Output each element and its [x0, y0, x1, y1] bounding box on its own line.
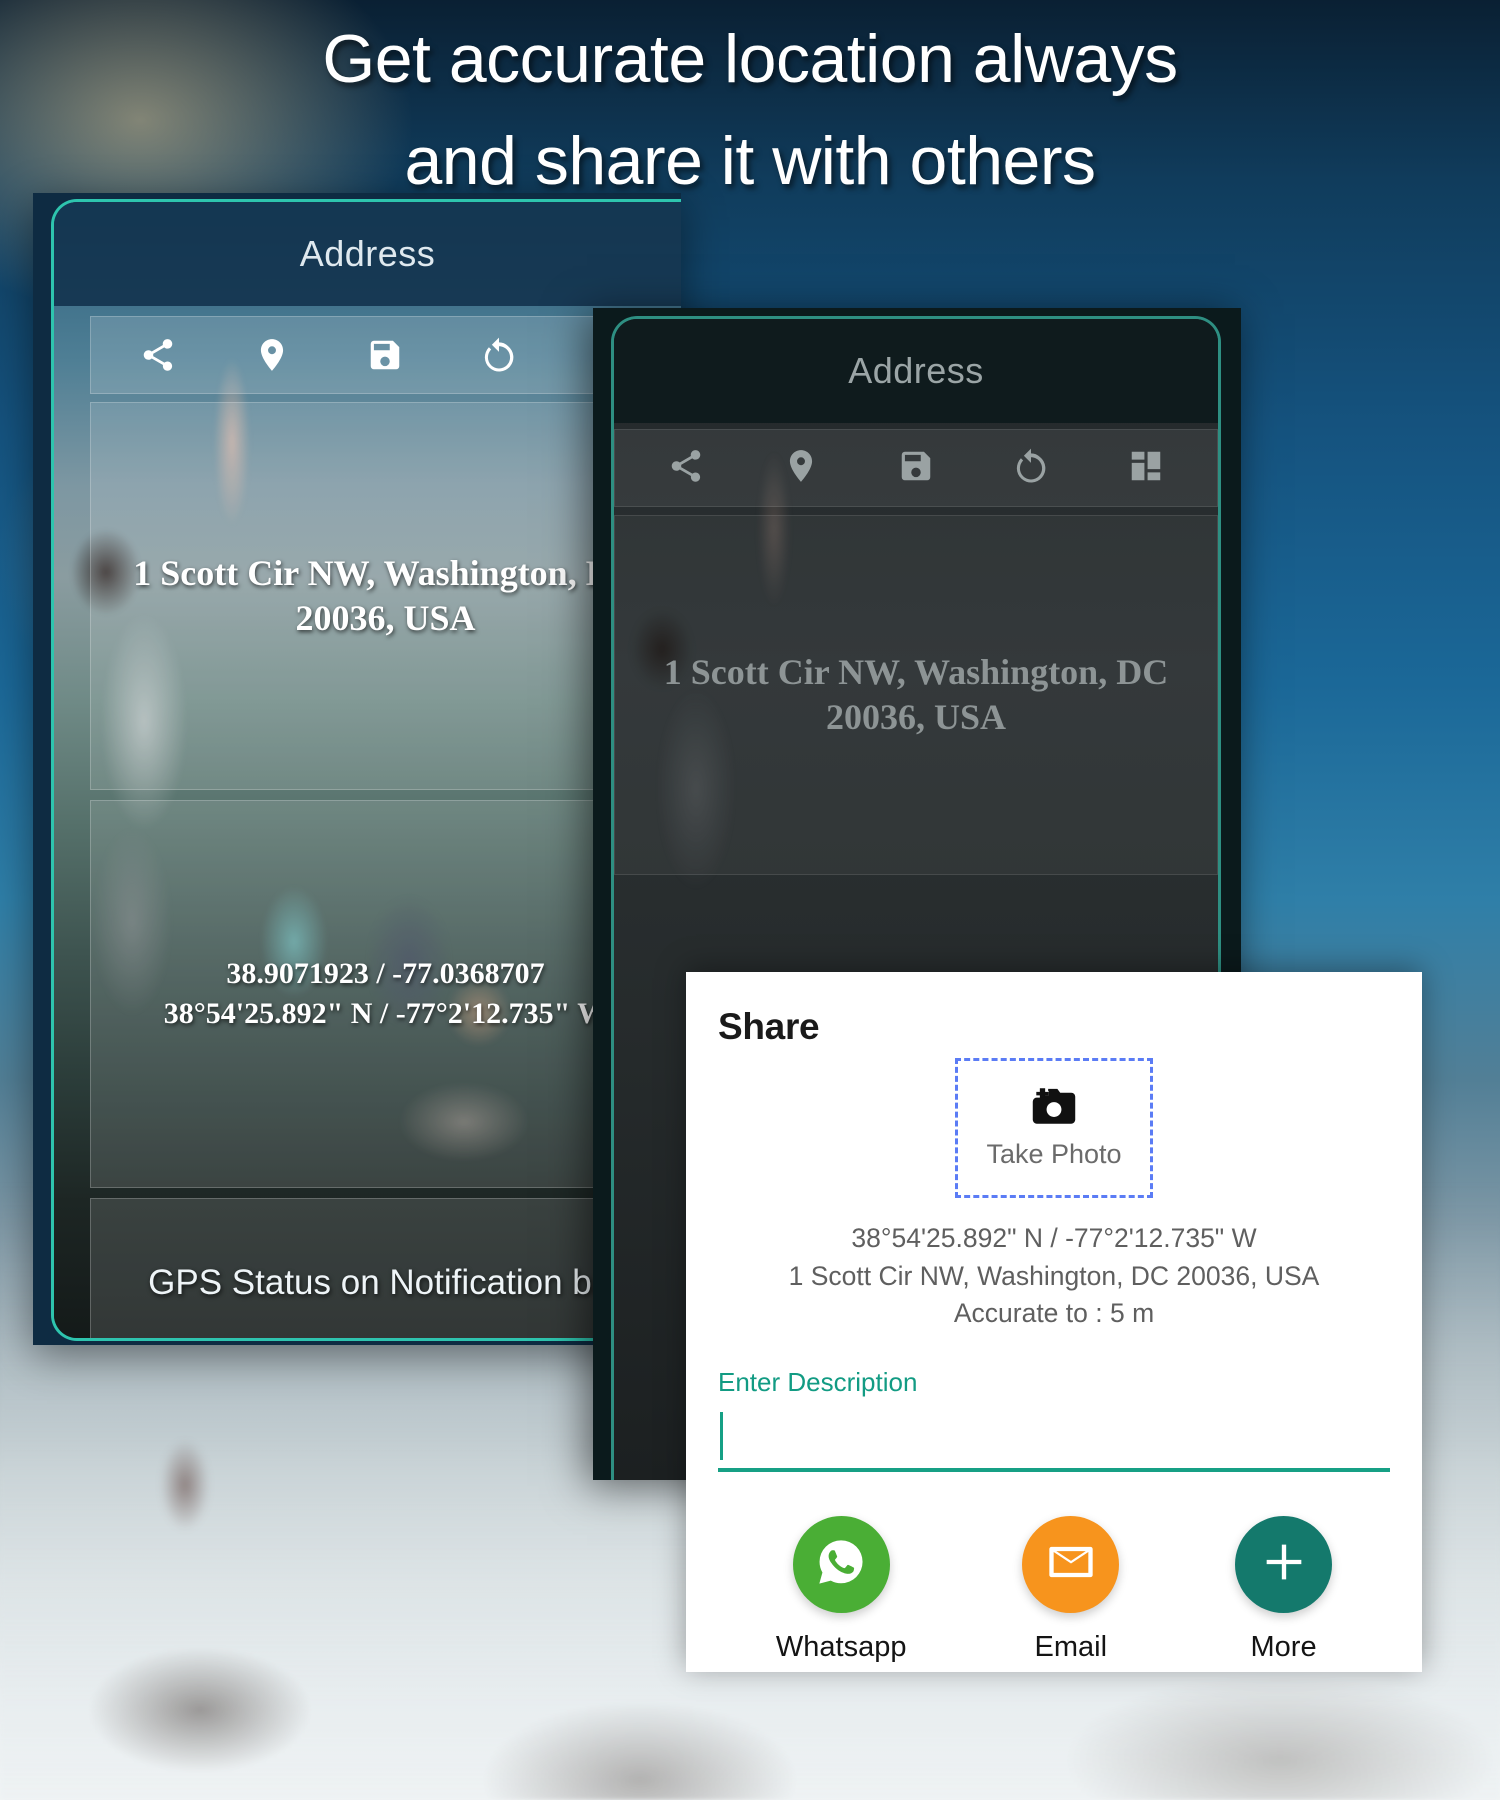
whatsapp-label: Whatsapp: [775, 1630, 907, 1663]
share-action-whatsapp[interactable]: Whatsapp: [775, 1515, 907, 1664]
phone-back-coords-decimal: 38.9071923 / -77.0368707: [226, 957, 545, 991]
background-person: [150, 1420, 220, 1550]
save-icon[interactable]: [363, 333, 407, 377]
share-info-accuracy: Accurate to : 5 m: [953, 1298, 1155, 1329]
phone-back-coordinates-text: 38.9071923 / -77.0368707 38°54'25.892" N…: [164, 954, 607, 1034]
email-button[interactable]: [1022, 1515, 1120, 1613]
phone-back-address-text: 1 Scott Cir NW, Washington, DC 20036, US…: [113, 551, 657, 641]
phone-front-titlebar: Address: [614, 319, 1218, 423]
phone-back-titlebar: Address: [54, 202, 681, 306]
take-photo-wrapper: Take Photo: [718, 1058, 1390, 1198]
phone-front-address-line-1: 1 Scott Cir NW, Washington, DC: [663, 652, 1169, 692]
phone-front-address-card[interactable]: 1 Scott Cir NW, Washington, DC 20036, US…: [614, 515, 1218, 875]
phone-front-toolbar: [614, 429, 1218, 507]
share-info-coords: 38°54'25.892" N / -77°2'12.735" W: [851, 1223, 1257, 1253]
refresh-icon[interactable]: [477, 333, 521, 377]
phone-back-address-line-2: 20036, USA: [295, 598, 476, 638]
text-caret: [720, 1411, 723, 1460]
email-label: Email: [1034, 1630, 1108, 1663]
phone-back-coords-dms: 38°54'25.892" N / -77°2'12.735" W: [163, 997, 608, 1030]
share-action-more[interactable]: More: [1235, 1515, 1333, 1664]
phone-front-address-text: 1 Scott Cir NW, Washington, DC 20036, US…: [664, 650, 1168, 740]
headline-line-1: Get accurate location always: [322, 21, 1178, 97]
headline: Get accurate location always and share i…: [0, 8, 1500, 212]
share-info-address: 1 Scott Cir NW, Washington, DC 20036, US…: [788, 1260, 1320, 1291]
whatsapp-icon: [815, 1536, 867, 1593]
add-camera-icon: [1031, 1086, 1077, 1131]
apps-grid-icon[interactable]: [1127, 447, 1165, 490]
phone-back-address-line-1: 1 Scott Cir NW, Washington, DC: [133, 553, 638, 593]
save-icon[interactable]: [897, 447, 935, 490]
more-label: More: [1250, 1630, 1317, 1663]
phone-back-screen: Address 1 Scott Cir NW, Washington, DC 2…: [51, 199, 681, 1341]
refresh-icon[interactable]: [1012, 447, 1050, 490]
phone-back-gps-status-text: GPS Status on Notification bar: [148, 1263, 623, 1302]
share-action-email[interactable]: Email: [1022, 1515, 1120, 1664]
headline-line-2: and share it with others: [404, 123, 1096, 199]
more-button[interactable]: [1235, 1515, 1333, 1613]
plus-icon: [1258, 1536, 1310, 1593]
whatsapp-button[interactable]: [792, 1515, 890, 1613]
share-bottom-sheet: Share Take Photo 38°54'25.892" N / -77°2…: [686, 972, 1422, 1672]
location-pin-icon[interactable]: [250, 333, 294, 377]
phone-front-address-line-2: 20036, USA: [825, 697, 1006, 737]
phone-back-title: Address: [299, 233, 436, 274]
description-field-label: Enter Description: [718, 1366, 918, 1397]
description-input[interactable]: [718, 1406, 1390, 1472]
take-photo-button[interactable]: Take Photo: [955, 1058, 1153, 1198]
take-photo-label: Take Photo: [986, 1139, 1122, 1169]
share-icon[interactable]: [667, 447, 705, 490]
share-actions: Whatsapp Email More: [718, 1515, 1390, 1664]
envelope-icon: [1045, 1536, 1097, 1593]
location-pin-icon[interactable]: [782, 447, 820, 490]
share-location-info: 38°54'25.892" N / -77°2'12.735" W 1 Scot…: [718, 1220, 1390, 1333]
share-sheet-title: Share: [718, 1006, 820, 1047]
phone-front-title: Address: [848, 350, 984, 391]
screenshot-stage: Get accurate location always and share i…: [0, 0, 1500, 1800]
share-icon[interactable]: [136, 333, 180, 377]
phone-mockup-back: Address 1 Scott Cir NW, Washington, DC 2…: [33, 193, 681, 1345]
